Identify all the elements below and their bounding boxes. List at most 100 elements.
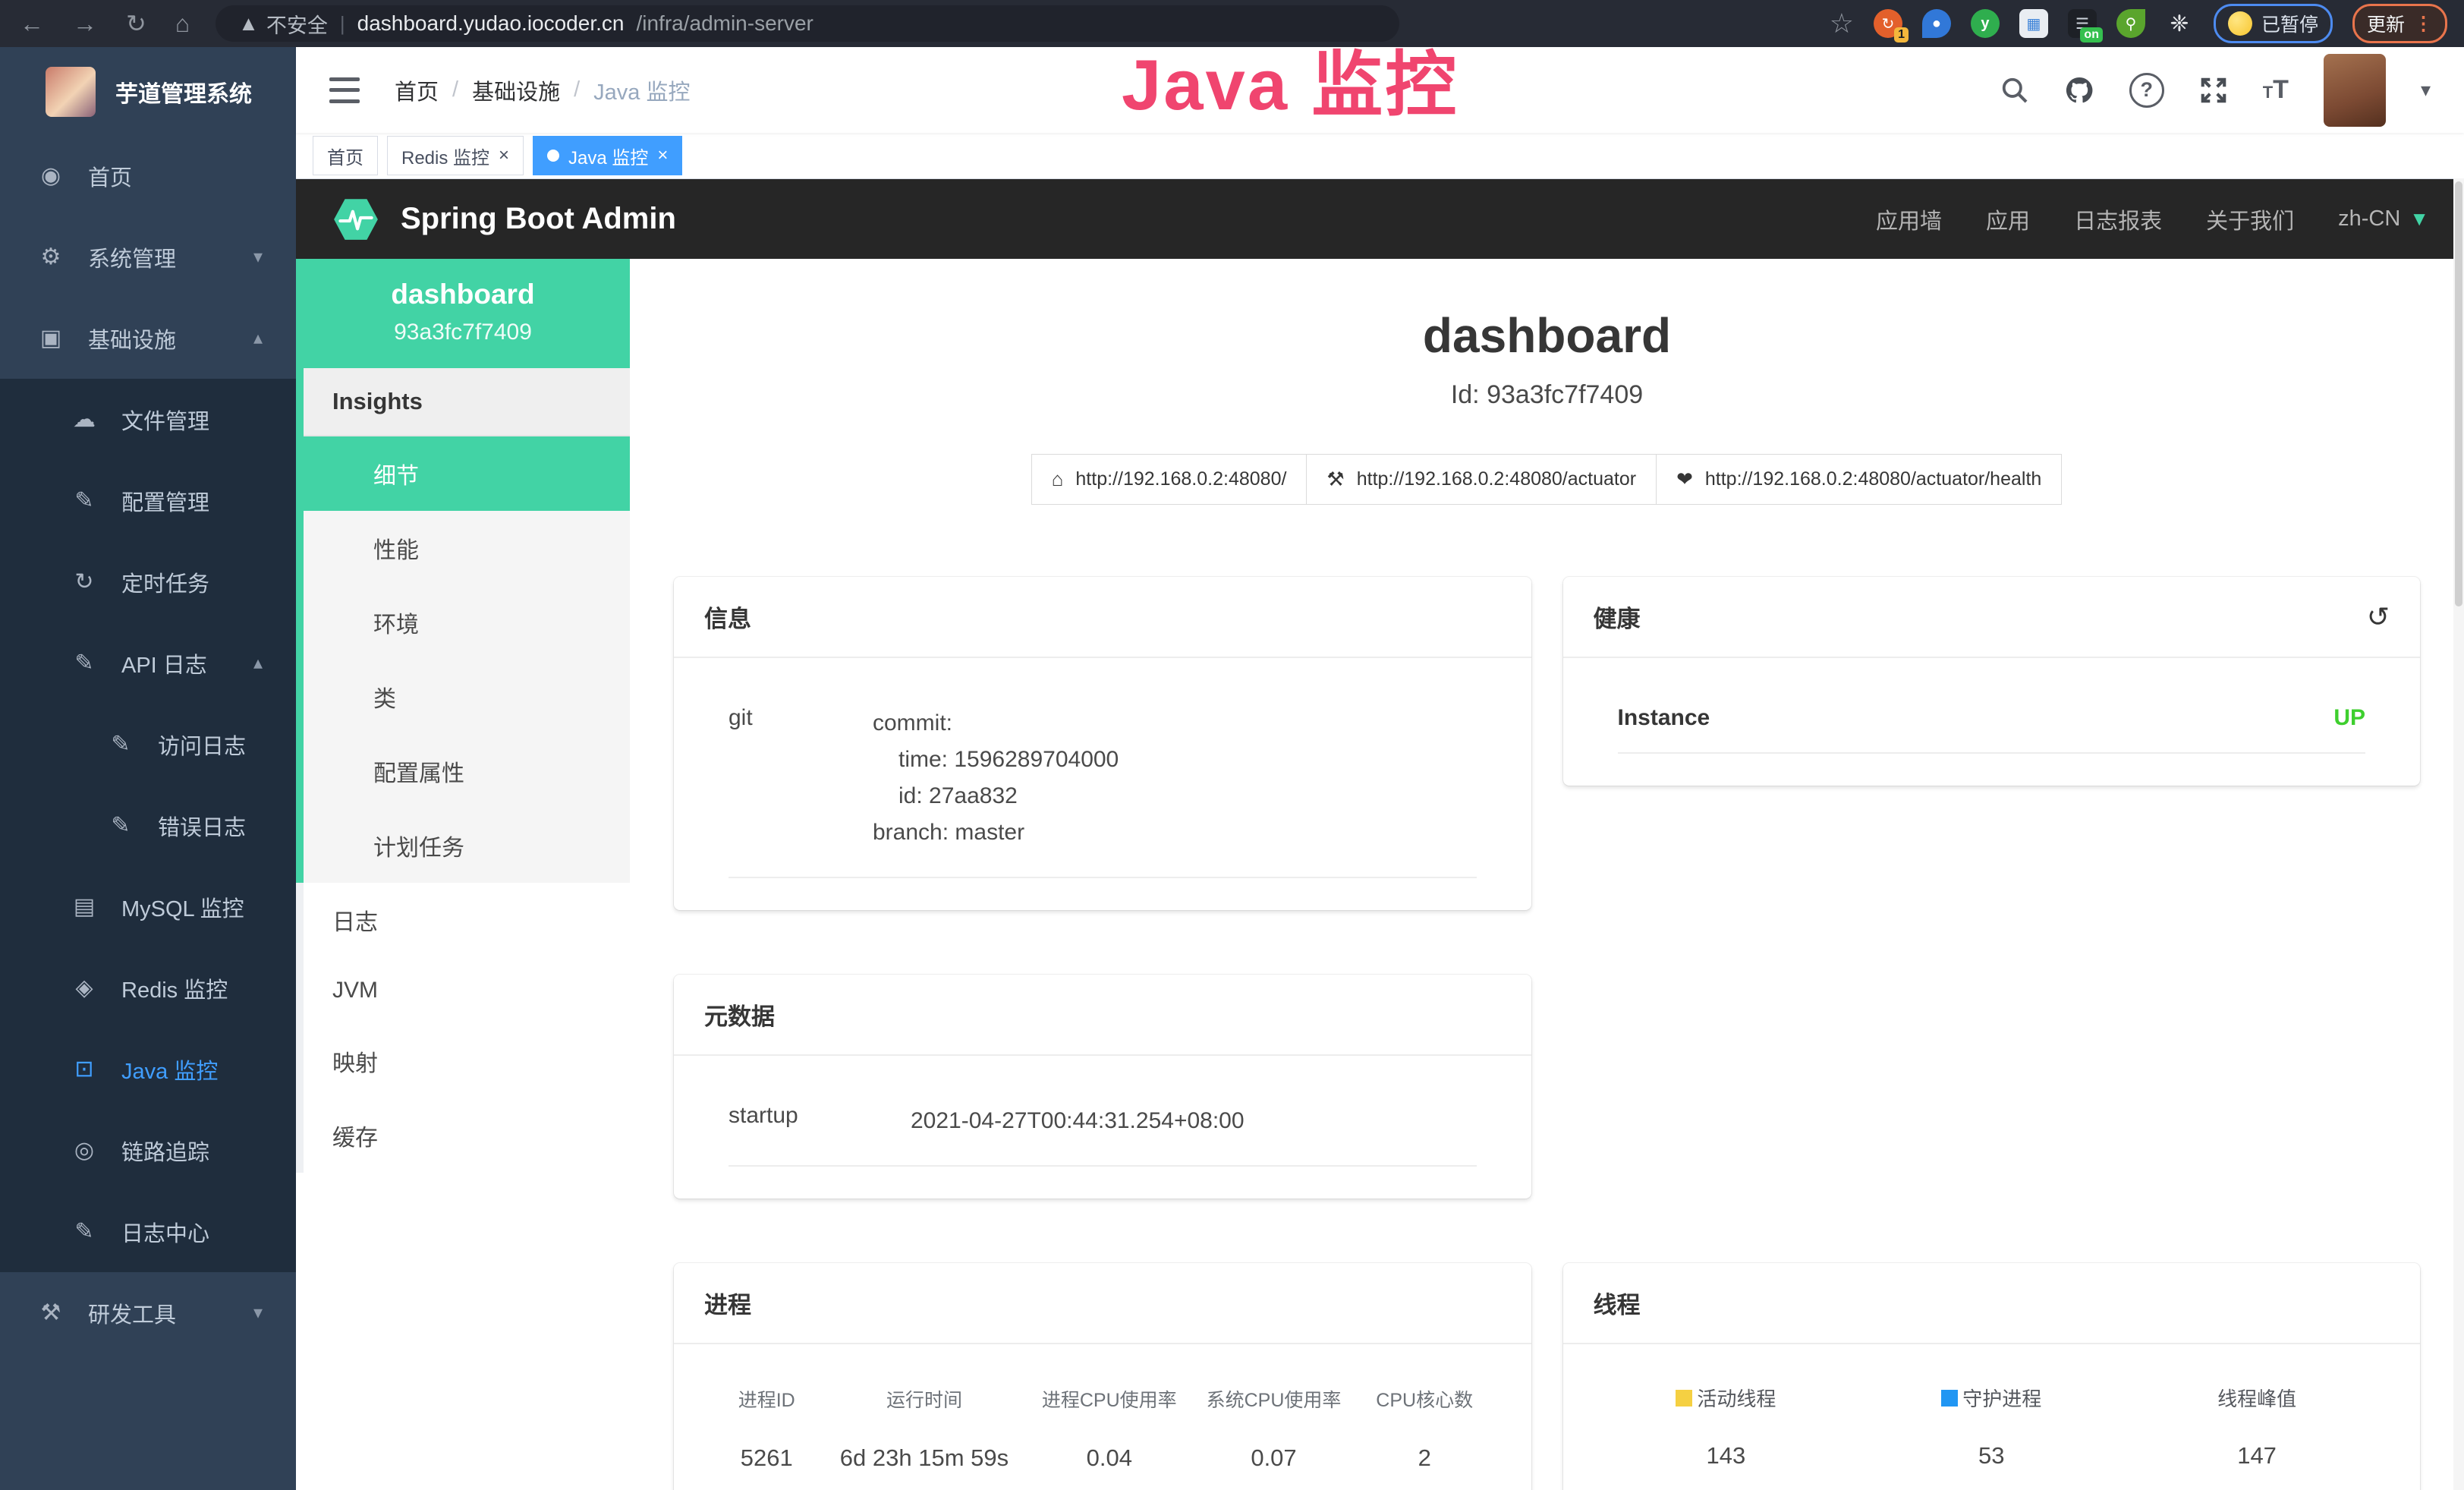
forward-icon[interactable]: → (73, 10, 97, 38)
sidebar-item-label: 链路追踪 (121, 1135, 209, 1167)
log-edit-icon: ✎ (70, 650, 99, 676)
sidebar-item-infrastructure[interactable]: ▣ 基础设施 ▴ (0, 298, 296, 379)
back-icon[interactable]: ← (20, 10, 44, 38)
search-icon[interactable] (2000, 76, 2029, 105)
extension-refresh-icon[interactable]: ↻ 1 (1874, 9, 1902, 38)
toolbox-icon: ⚒ (36, 1299, 65, 1326)
instance-actuator-url[interactable]: ⚒ http://192.168.0.2:48080/actuator (1306, 454, 1657, 505)
breadcrumb-home[interactable]: 首页 (395, 74, 439, 106)
scrollbar-thumb[interactable] (2455, 181, 2462, 606)
sba-nav-about[interactable]: 关于我们 (2206, 203, 2294, 235)
sba-nav-wallboard[interactable]: 应用墙 (1876, 203, 1942, 235)
sba-item-logs[interactable]: 日志 (304, 883, 630, 957)
sidebar-item-label: Java 监控 (121, 1054, 218, 1085)
card-title: 线程 (1594, 1286, 1641, 1320)
sidebar-item-api-log[interactable]: ✎ API 日志 ▴ (0, 622, 296, 704)
chevron-up-icon: ▴ (253, 652, 263, 674)
sba-nav-journal[interactable]: 日志报表 (2074, 203, 2162, 235)
tab-java-monitor[interactable]: Java 监控 × (533, 136, 682, 175)
close-icon[interactable]: × (657, 146, 668, 165)
tab-label: Redis 监控 (401, 143, 489, 169)
sba-item-scheduled-tasks[interactable]: 计划任务 (304, 808, 630, 883)
sidebar-item-file-manage[interactable]: ☁ 文件管理 (0, 379, 296, 460)
profile-paused-badge[interactable]: 已暂停 (2214, 4, 2333, 43)
instance-health-url[interactable]: ❤ http://192.168.0.2:48080/actuator/heal… (1656, 454, 2062, 505)
sba-item-classes[interactable]: 类 (304, 660, 630, 734)
sba-item-metrics[interactable]: 性能 (304, 511, 630, 585)
heartbeat-icon: ❤ (1676, 468, 1693, 491)
user-avatar[interactable] (2324, 54, 2386, 127)
close-icon[interactable]: × (499, 146, 509, 165)
sba-nav-applications[interactable]: 应用 (1986, 203, 2030, 235)
tab-home[interactable]: 首页 (313, 136, 378, 175)
extensions-puzzle-icon[interactable]: ❈ (2165, 9, 2194, 38)
app-logo-image (46, 67, 96, 117)
kebab-menu-icon[interactable]: ⋮ (2414, 12, 2433, 35)
sba-language-select[interactable]: zh-CN ▼ (2338, 206, 2429, 232)
sidebar-item-config-manage[interactable]: ✎ 配置管理 (0, 460, 296, 541)
gear-icon: ⚙ (36, 244, 65, 270)
process-col-proc-cpu: 进程CPU使用率 (1027, 1385, 1191, 1413)
sidebar-item-java-monitor[interactable]: ⊡ Java 监控 (0, 1029, 296, 1110)
sidebar-item-access-log[interactable]: ✎ 访问日志 (0, 704, 296, 785)
sba-item-details[interactable]: 细节 (304, 436, 630, 511)
process-table: 进程ID 运行时间 进程CPU使用率 系统CPU使用率 CPU核心数 5261 … (712, 1385, 1493, 1472)
app-logo[interactable]: 芋道管理系统 (0, 47, 296, 135)
address-bar[interactable]: ▲ 不安全 | dashboard.yudao.iocoder.cn/infra… (216, 5, 1399, 42)
threads-card-body: 活动线程 守护进程 线程峰值 143 (1563, 1344, 2421, 1490)
health-card-header: 健康 ↺ (1563, 577, 2421, 658)
security-status[interactable]: ▲ 不安全 (238, 9, 328, 39)
sidebar-item-scheduled-jobs[interactable]: ↻ 定时任务 (0, 541, 296, 622)
reload-icon[interactable]: ↻ (126, 9, 146, 38)
extension-grid-icon[interactable]: ▦ (2019, 9, 2048, 38)
sba-item-environment[interactable]: 环境 (304, 585, 630, 660)
profile-avatar-emoji (2228, 11, 2252, 36)
extension-y-icon[interactable]: y (1971, 9, 2000, 38)
info-card-body: git commit: time: 1596289704000 id: 27aa… (674, 658, 1531, 910)
browser-chrome: ← → ↻ ⌂ ▲ 不安全 | dashboard.yudao.iocoder.… (0, 0, 2464, 47)
extension-pin-icon[interactable]: ● (1922, 9, 1951, 38)
home-icon[interactable]: ⌂ (175, 10, 190, 38)
process-card: 进程 进程ID 运行时间 进程CPU使用率 系统CPU使用率 CPU核心数 52… (674, 1263, 1531, 1490)
sidebar-item-dev-tools[interactable]: ⚒ 研发工具 ▾ (0, 1272, 296, 1353)
fullscreen-icon[interactable] (2199, 76, 2228, 105)
card-title: 信息 (704, 600, 751, 634)
sidebar-toggle-icon[interactable] (329, 77, 360, 103)
chevron-down-icon: ▾ (253, 1302, 263, 1324)
paused-label: 已暂停 (2261, 10, 2318, 37)
layers-icon: ◈ (70, 975, 99, 1001)
instance-url-row: ⌂ http://192.168.0.2:48080/ ⚒ http://192… (674, 454, 2420, 505)
sidebar-item-system[interactable]: ⚙ 系统管理 ▾ (0, 216, 296, 298)
tab-redis-monitor[interactable]: Redis 监控 × (387, 136, 524, 175)
user-menu-caret-icon[interactable]: ▾ (2421, 78, 2431, 102)
update-button[interactable]: 更新 ⋮ (2352, 4, 2447, 43)
process-val-uptime: 6d 23h 15m 59s (821, 1444, 1027, 1472)
extension-list-icon[interactable]: ☰ on (2068, 9, 2097, 38)
sba-brand-title[interactable]: Spring Boot Admin (401, 202, 676, 236)
sidebar-item-log-center[interactable]: ✎ 日志中心 (0, 1191, 296, 1272)
sba-item-mappings[interactable]: 映射 (304, 1024, 630, 1098)
bookmark-star-icon[interactable]: ☆ (1830, 8, 1854, 39)
warning-icon: ▲ (238, 12, 259, 36)
help-icon[interactable]: ? (2129, 73, 2164, 108)
sba-item-jvm[interactable]: JVM (304, 957, 630, 1024)
breadcrumb-infrastructure[interactable]: 基础设施 (472, 74, 560, 106)
instance-home-url[interactable]: ⌂ http://192.168.0.2:48080/ (1031, 454, 1308, 505)
github-icon[interactable] (2064, 75, 2094, 106)
sidebar-item-mysql-monitor[interactable]: ▤ MySQL 监控 (0, 866, 296, 947)
sidebar-item-trace[interactable]: ◎ 链路追踪 (0, 1110, 296, 1191)
sidebar-item-home[interactable]: ◉ 首页 (0, 135, 296, 216)
admin-sidebar: 芋道管理系统 ◉ 首页 ⚙ 系统管理 ▾ ▣ 基础设施 ▴ (0, 47, 296, 1490)
sidebar-item-redis-monitor[interactable]: ◈ Redis 监控 (0, 947, 296, 1029)
sba-item-config-props[interactable]: 配置属性 (304, 734, 630, 808)
wrench-icon: ⚒ (1326, 468, 1344, 491)
sba-item-caches[interactable]: 缓存 (304, 1098, 630, 1173)
legend-label: 守护进程 (1962, 1384, 2041, 1412)
sidebar-item-error-log[interactable]: ✎ 错误日志 (0, 785, 296, 866)
metadata-card-body: startup 2021-04-27T00:44:31.254+08:00 (674, 1056, 1531, 1199)
history-icon[interactable]: ↺ (2367, 601, 2390, 633)
extension-leaf-icon[interactable]: ⚲ (2116, 9, 2145, 38)
info-card: 信息 git commit: time: 1596289704000 id: 2… (674, 577, 1531, 910)
sidebar-item-label: 系统管理 (88, 241, 176, 273)
font-size-icon[interactable]: TT (2263, 75, 2289, 105)
